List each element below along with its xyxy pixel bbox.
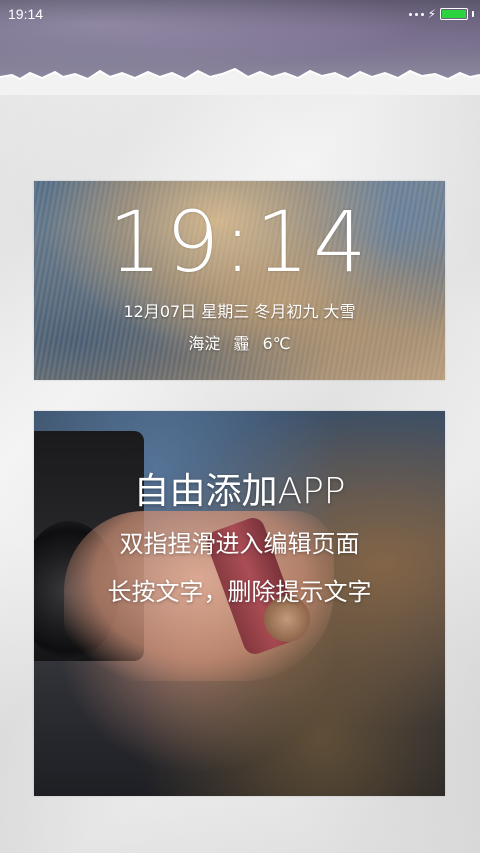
weather-temperature: 6℃ (262, 334, 291, 353)
charging-bolt-icon: ⚡ (427, 7, 436, 21)
status-icons: ⚡ (408, 5, 474, 23)
lock-screen: 19:14 ⚡ 19:14 12月07日 星期三 冬月初九 大雪 海淀 霾 6℃… (0, 0, 480, 853)
app-widget-title[interactable]: 自由添加APP (34, 462, 445, 514)
battery-tip (472, 11, 474, 17)
app-widget-hint-pinch[interactable]: 双指捏滑进入编辑页面 (34, 524, 445, 559)
weather-info: 海淀 霾 6℃ (34, 330, 445, 354)
signal-dots-icon (408, 12, 424, 16)
battery-icon (440, 8, 468, 20)
battery-fill (442, 10, 466, 18)
weather-condition: 霾 (233, 334, 250, 353)
status-time: 19:14 (8, 6, 44, 22)
app-widget-hint-longpress[interactable]: 长按文字，删除提示文字 (34, 572, 445, 607)
clock-date: 12月07日 星期三 冬月初九 大雪 (123, 302, 356, 321)
weather-location: 海淀 (188, 334, 221, 353)
torn-paper-edge (0, 67, 480, 95)
status-bar: 19:14 ⚡ (0, 0, 480, 28)
clock-time: 19:14 (108, 193, 371, 291)
